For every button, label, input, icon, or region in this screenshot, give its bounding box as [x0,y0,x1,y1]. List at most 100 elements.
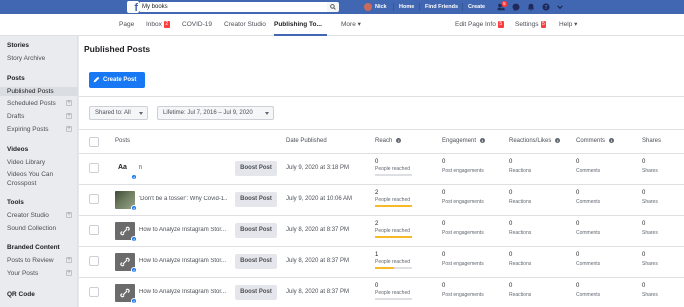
sidebar-item-story-archive[interactable]: Story Archive [0,54,78,63]
tab-settings[interactable]: Settings 5 [515,14,547,36]
sidebar-item-published-posts[interactable]: Published Posts [0,87,78,96]
expand-icon[interactable]: + [66,113,72,119]
column-header-reach[interactable]: Reach i [375,138,402,144]
post-title-link[interactable]: How to Analyze Instagram Stor... [139,227,227,233]
boost-post-button[interactable]: Boost Post [235,254,277,269]
sidebar-item-creator-studio[interactable]: Creator Studio + [0,211,78,220]
notifications-bell-icon[interactable] [527,3,535,11]
tab-page[interactable]: Page [119,14,134,36]
info-icon[interactable]: i [396,138,402,143]
shares-label: Shares [642,230,658,236]
sidebar-item-expiring-posts[interactable]: Expiring Posts + [0,125,78,134]
shared-to-dropdown[interactable]: Shared to: All [89,106,148,120]
post-title-link[interactable]: 'Don't be a tosser': Why Covid-1... [139,196,227,202]
find-friends-link[interactable]: Find Friends [425,0,458,14]
reach-bar [375,298,412,300]
reactions-label: Reactions [509,168,532,174]
comments-cell: 0 Comments [576,190,636,206]
sidebar-heading-stories: Stories [7,42,30,49]
post-thumbnail[interactable]: Aa f [115,160,137,180]
expand-icon[interactable]: + [66,100,72,106]
sidebar-item-crosspost-videos[interactable]: Videos You Can Crosspost [0,170,60,188]
column-header-comments[interactable]: Comments i [576,138,615,144]
help-question-icon[interactable]: ? [542,3,550,11]
info-icon[interactable]: i [555,138,561,143]
date-published: July 8, 2020 at 8:37 PM [286,227,350,233]
post-thumbnail[interactable]: f [115,191,137,211]
messenger-icon[interactable] [512,3,520,11]
row-checkbox[interactable] [89,194,99,204]
shares-cell: 0 Shares [642,190,682,206]
shares-cell: 0 Shares [642,252,682,268]
create-link[interactable]: Create [468,0,485,14]
sidebar-item-label: Your Posts [7,270,39,277]
sidebar-heading-videos: Videos [7,146,29,153]
sidebar-item-your-posts[interactable]: Your Posts + [0,269,78,278]
tab-more[interactable]: More ▾ [341,14,361,36]
facebook-logo-icon[interactable]: f [127,1,139,13]
boost-post-button[interactable]: Boost Post [235,223,277,238]
table-row[interactable]: Aa f h Boost Post July 9, 2020 at 3:18 PM 0 Pe… [79,153,684,183]
table-row[interactable]: f How to Analyze Instagram Stor... Boost P… [79,246,684,276]
sidebar-item-scheduled-posts[interactable]: Scheduled Posts + [0,99,78,108]
boost-post-button[interactable]: Boost Post [235,285,277,300]
table-row[interactable]: f 'Don't be a tosser': Why Covid-1... Boos… [79,184,684,214]
post-title-link[interactable]: h [139,165,227,171]
lifetime-dropdown[interactable]: Lifetime: Jul 7, 2016 – Jul 9, 2020 [157,106,274,120]
chevron-down-icon[interactable] [556,3,564,11]
avatar[interactable] [364,3,372,11]
comments-cell: 0 Comments [576,159,636,175]
expand-icon[interactable]: + [66,212,72,218]
tab-inbox[interactable]: Inbox 2 [146,14,170,36]
reach-cell: 0 People reached [375,159,435,176]
post-thumbnail[interactable]: f [115,222,137,242]
engagement-cell: 0 Post engagements [442,190,502,206]
facebook-icon: f [131,298,137,304]
column-header-date-published[interactable]: Date Published [286,138,327,144]
tab-creator-studio[interactable]: Creator Studio [224,14,266,36]
column-header-shares[interactable]: Shares [642,138,661,144]
post-thumbnail[interactable]: f [115,253,137,273]
select-all-checkbox[interactable] [89,137,99,147]
home-link[interactable]: Home [399,0,414,14]
expand-icon[interactable]: + [66,257,72,263]
row-checkbox[interactable] [89,287,99,297]
column-header-engagement[interactable]: Engagement i [442,138,486,144]
search-input[interactable]: My books [139,2,337,12]
expand-icon[interactable]: + [66,270,72,276]
sidebar-item-label: Expiring Posts [7,126,49,133]
sidebar-item-drafts[interactable]: Drafts + [0,112,78,121]
sidebar-item-sound-collection[interactable]: Sound Collection [0,224,78,233]
tab-edit-page-info[interactable]: Edit Page Info 5 [455,14,504,36]
sidebar-item-video-library[interactable]: Video Library [0,158,78,167]
tab-help[interactable]: Help ▾ [559,14,577,36]
boost-post-button[interactable]: Boost Post [235,192,277,207]
reach-cell: 2 People reached [375,221,435,238]
post-title-link[interactable]: How to Analyze Instagram Stor... [139,258,227,264]
row-checkbox[interactable] [89,256,99,266]
reactions-cell: 0 Reactions [509,221,569,237]
post-title-link[interactable]: How to Analyze Instagram Stor... [139,289,227,295]
boost-post-button[interactable]: Boost Post [235,161,277,176]
info-icon[interactable]: i [480,138,486,143]
search-button[interactable] [327,2,339,12]
tab-label: Edit Page Info [455,21,496,28]
tab-covid-19[interactable]: COVID-19 [182,14,212,36]
expand-icon[interactable]: + [66,126,72,132]
post-thumbnail[interactable]: f [115,284,137,304]
row-checkbox[interactable] [89,225,99,235]
sidebar-item-posts-to-review[interactable]: Posts to Review + [0,256,78,265]
info-icon[interactable]: i [609,138,615,143]
create-post-button[interactable]: Create Post [89,72,145,88]
table-row[interactable]: f How to Analyze Instagram Stor... Boost P… [79,277,684,307]
divider [462,3,463,11]
shares-cell: 0 Shares [642,283,682,299]
row-checkbox[interactable] [89,163,99,173]
sidebar-heading-qr-code[interactable]: QR Code [7,291,35,298]
tab-label: Publishing To... [274,21,322,28]
tab-publishing-tools[interactable]: Publishing To... [274,14,327,36]
table-row[interactable]: f How to Analyze Instagram Stor... Boost P… [79,215,684,245]
column-header-reactions[interactable]: Reactions/Likes i [509,138,561,144]
profile-link[interactable]: Nick [375,0,387,14]
page-tab-bar: Page Inbox 2 COVID-19 Creator Studio Publ… [0,14,684,36]
